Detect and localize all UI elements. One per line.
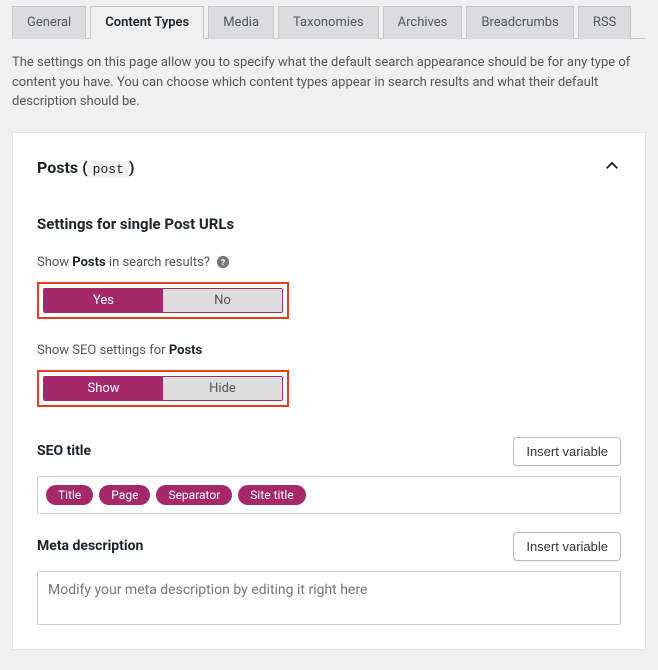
panel-title: Posts (post) — [37, 158, 135, 177]
tab-general[interactable]: General — [12, 6, 86, 39]
label-bold: Posts — [72, 255, 105, 270]
toggle-hide-button[interactable]: Hide — [163, 377, 282, 400]
tab-archives[interactable]: Archives — [383, 6, 463, 39]
show-seo-settings-label: Show SEO settings for Posts — [37, 343, 621, 358]
tab-taxonomies[interactable]: Taxonomies — [278, 6, 379, 39]
help-icon[interactable]: ? — [216, 255, 230, 269]
variable-pill[interactable]: Page — [99, 485, 150, 505]
toggle-yes-button[interactable]: Yes — [44, 289, 163, 312]
label-text: in search results? — [106, 255, 210, 270]
toggle-no-button[interactable]: No — [163, 289, 282, 312]
tab-media[interactable]: Media — [208, 6, 274, 39]
show-posts-search-toggle: Yes No — [43, 288, 283, 313]
show-seo-settings-toggle-highlight: Show Hide — [37, 370, 289, 407]
variable-pill[interactable]: Site title — [238, 485, 305, 505]
label-text: Show SEO settings for — [37, 343, 169, 358]
panel-header[interactable]: Posts (post) — [37, 157, 621, 179]
show-posts-search-toggle-highlight: Yes No — [37, 282, 289, 319]
meta-description-input[interactable] — [37, 571, 621, 625]
variable-pill[interactable]: Title — [46, 485, 93, 505]
label-text: Show — [37, 255, 72, 270]
label-bold: Posts — [169, 343, 202, 358]
tab-rss[interactable]: RSS — [578, 6, 631, 39]
seo-title-label: SEO title — [37, 443, 91, 459]
chevron-up-icon[interactable] — [603, 157, 621, 179]
show-posts-search-label: Show Posts in search results? ? — [37, 255, 621, 270]
meta-description-row: Meta description Insert variable — [37, 532, 621, 561]
tab-breadcrumbs[interactable]: Breadcrumbs — [466, 6, 573, 39]
meta-description-label: Meta description — [37, 538, 143, 554]
insert-variable-button[interactable]: Insert variable — [513, 532, 621, 561]
posts-panel: Posts (post) Settings for single Post UR… — [12, 132, 646, 650]
panel-title-prefix: Posts ( — [37, 158, 88, 177]
post-type-code: post — [88, 161, 129, 178]
page-description: The settings on this page allow you to s… — [12, 39, 646, 132]
tab-content-types[interactable]: Content Types — [90, 6, 204, 39]
panel-title-suffix: ) — [129, 158, 135, 177]
toggle-show-button[interactable]: Show — [44, 377, 163, 400]
section-heading: Settings for single Post URLs — [37, 215, 621, 233]
show-seo-settings-toggle: Show Hide — [43, 376, 283, 401]
tabs-nav: GeneralContent TypesMediaTaxonomiesArchi… — [12, 0, 646, 38]
svg-text:?: ? — [221, 259, 226, 269]
variable-pill[interactable]: Separator — [156, 485, 232, 505]
insert-variable-button[interactable]: Insert variable — [513, 437, 621, 466]
seo-title-row: SEO title Insert variable — [37, 437, 621, 466]
seo-title-input[interactable]: Title Page Separator Site title — [37, 476, 621, 514]
